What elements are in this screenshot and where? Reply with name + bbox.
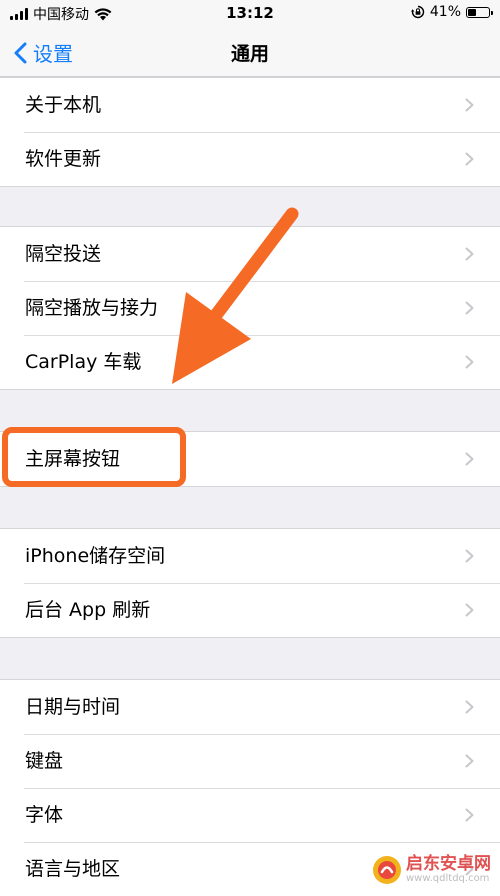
watermark-logo-icon xyxy=(373,856,401,884)
annotation-arrow-icon xyxy=(172,207,299,384)
watermark-text: 启东安卓网 www.qdltdq.com xyxy=(406,853,491,885)
watermark-url: www.qdltdq.com xyxy=(406,872,490,884)
watermark-name: 启东安卓网 xyxy=(406,853,491,874)
watermark: 启东安卓网 www.qdltdq.com xyxy=(372,855,491,885)
